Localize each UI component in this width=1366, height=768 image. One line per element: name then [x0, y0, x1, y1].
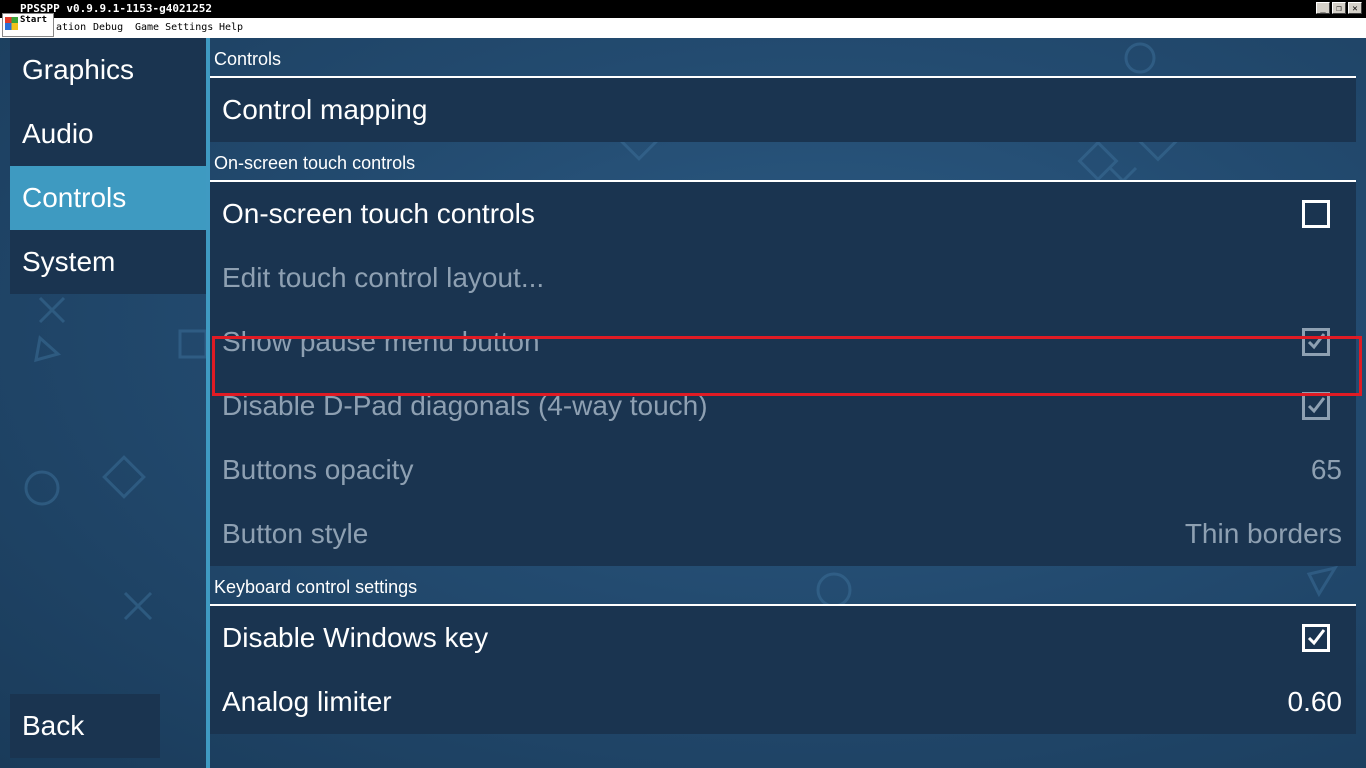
checkmark-icon — [1307, 629, 1326, 646]
row-label: Edit touch control layout... — [222, 262, 545, 293]
sidebar-item-controls[interactable]: Controls — [10, 166, 206, 230]
start-button-label: Start — [20, 15, 48, 25]
section-header-keyboard: Keyboard control settings — [210, 568, 1356, 606]
close-button[interactable]: ✕ — [1348, 2, 1362, 14]
menu-debug[interactable]: Debug — [93, 18, 123, 38]
control-mapping-row[interactable]: Control mapping — [210, 78, 1356, 142]
menubar: ation Debug Game Settings Help — [0, 18, 1366, 38]
settings-screen: Graphics Audio Controls System Back Cont… — [0, 38, 1366, 768]
section-title: Controls — [214, 49, 282, 69]
menu-emulation[interactable]: ation — [56, 18, 86, 38]
row-value: 65 — [1310, 454, 1342, 485]
start-button[interactable]: Start — [2, 13, 54, 37]
window-titlebar: PPSSPP v0.9.9.1-1153-g4021252 _ ❐ ✕ — [0, 0, 1366, 18]
row-label: Analog limiter — [222, 686, 392, 717]
window-controls: _ ❐ ✕ — [1316, 2, 1362, 14]
disable-windows-key-row[interactable]: Disable Windows key — [210, 606, 1356, 670]
show-pause-checkbox[interactable] — [1302, 328, 1330, 356]
row-label: Control mapping — [222, 94, 428, 125]
row-value: Thin borders — [1184, 518, 1342, 549]
show-pause-row[interactable]: Show pause menu button — [210, 310, 1356, 374]
checkmark-icon — [1307, 397, 1326, 414]
button-style-row[interactable]: Button style Thin borders — [210, 502, 1356, 566]
analog-limiter-row[interactable]: Analog limiter 0.60 — [210, 670, 1356, 734]
section-header-controls: Controls — [210, 40, 1356, 78]
menu-game-settings[interactable]: Game Settings — [135, 18, 213, 38]
section-title: On-screen touch controls — [214, 153, 416, 173]
row-label: Show pause menu button — [222, 326, 540, 357]
row-label: Button style — [222, 518, 369, 549]
row-label: Disable D-Pad diagonals (4-way touch) — [222, 390, 708, 421]
menu-help[interactable]: Help — [219, 18, 243, 38]
row-label: On-screen touch controls — [222, 198, 535, 229]
section-header-touch: On-screen touch controls — [210, 144, 1356, 182]
sidebar-item-system[interactable]: System — [10, 230, 206, 294]
checkmark-icon — [1307, 333, 1326, 350]
on-screen-touch-row[interactable]: On-screen touch controls — [210, 182, 1356, 246]
row-label: Buttons opacity — [222, 454, 414, 485]
disable-windows-key-checkbox[interactable] — [1302, 624, 1330, 652]
row-label: Disable Windows key — [222, 622, 489, 653]
disable-diagonals-checkbox[interactable] — [1302, 392, 1330, 420]
disable-diagonals-row[interactable]: Disable D-Pad diagonals (4-way touch) — [210, 374, 1356, 438]
sidebar-item-audio[interactable]: Audio — [10, 102, 206, 166]
row-value: 0.60 — [1287, 686, 1343, 717]
section-title: Keyboard control settings — [214, 577, 418, 597]
buttons-opacity-row[interactable]: Buttons opacity 65 — [210, 438, 1356, 502]
edit-layout-row[interactable]: Edit touch control layout... — [210, 246, 1356, 310]
sidebar-item-graphics[interactable]: Graphics — [10, 38, 206, 102]
on-screen-touch-checkbox[interactable] — [1302, 200, 1330, 228]
restore-button[interactable]: ❐ — [1332, 2, 1346, 14]
windows-logo-icon — [5, 17, 18, 30]
back-button[interactable]: Back — [10, 694, 160, 758]
minimize-button[interactable]: _ — [1316, 2, 1330, 14]
